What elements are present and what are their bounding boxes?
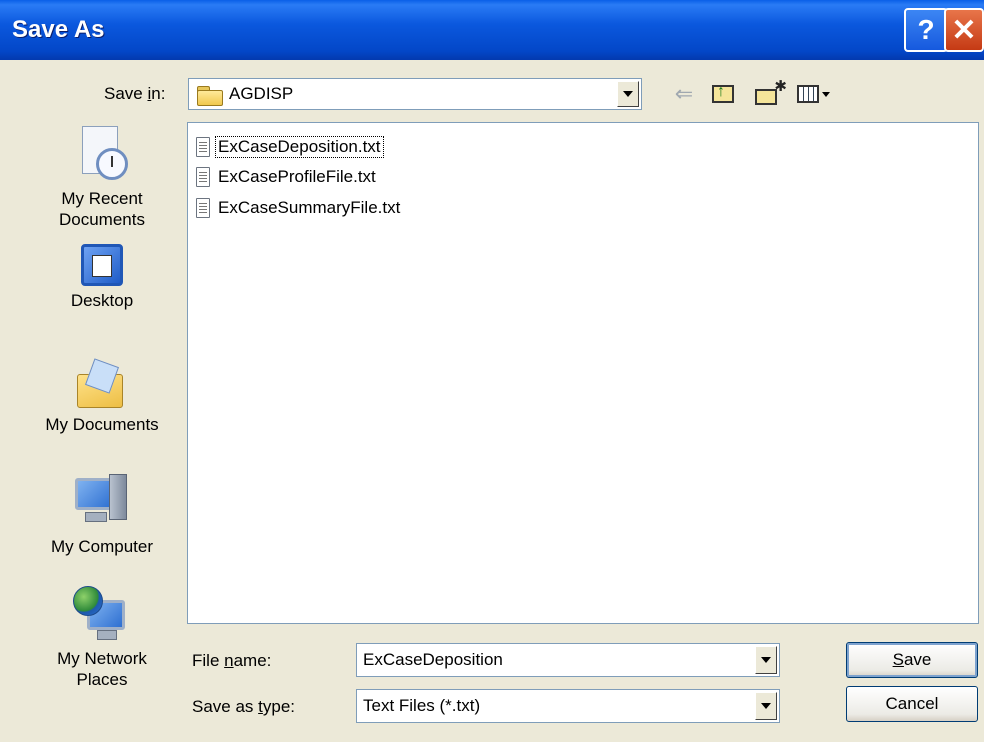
save-as-type-value: Text Files (*.txt) (363, 696, 481, 715)
save-as-type-dropdown[interactable]: Text Files (*.txt) (356, 689, 780, 723)
text-file-icon (196, 198, 210, 218)
close-icon: ✕ (951, 13, 977, 47)
place-label: My Documents (45, 415, 159, 434)
file-name: ExCaseSummaryFile.txt (218, 198, 401, 217)
cancel-button[interactable]: Cancel (846, 686, 978, 722)
place-label: My Network (57, 649, 147, 668)
window-title: Save As (12, 16, 105, 43)
chevron-down-icon[interactable] (617, 81, 639, 107)
text-file-icon (196, 167, 210, 187)
file-name-value: ExCaseDeposition (363, 650, 503, 669)
file-name: ExCaseProfileFile.txt (218, 167, 376, 186)
place-label: My Computer (50, 537, 154, 556)
place-desktop[interactable]: Desktop (28, 244, 176, 311)
place-label: Documents (59, 210, 145, 229)
up-one-level-icon (712, 83, 734, 103)
back-button[interactable]: ⇐ (670, 80, 698, 108)
save-in-value: AGDISP (229, 84, 294, 103)
place-my-documents[interactable]: My Documents (28, 358, 176, 435)
file-name-label: File name: (192, 651, 272, 670)
view-menu-icon (796, 85, 819, 103)
file-name-input[interactable]: ExCaseDeposition (356, 643, 780, 677)
close-button[interactable]: ✕ (944, 8, 984, 52)
file-item[interactable]: ExCaseSummaryFile.txt (196, 196, 402, 220)
text-file-icon (196, 137, 210, 157)
save-in-dropdown[interactable]: AGDISP (188, 78, 642, 110)
up-one-level-button[interactable] (708, 80, 738, 108)
place-label: Desktop (70, 291, 134, 310)
save-button-label: Save (892, 650, 932, 669)
place-my-computer[interactable]: My Computer (28, 474, 176, 557)
place-label: Places (76, 670, 128, 689)
place-my-network-places[interactable]: My Network Places (28, 586, 176, 690)
new-folder-icon (755, 77, 787, 105)
file-list[interactable]: ExCaseDeposition.txt ExCaseProfileFile.t… (187, 122, 979, 624)
dropdown-arrow-icon (821, 91, 830, 97)
save-in-label: Save in: (104, 84, 166, 103)
my-network-places-icon (73, 586, 131, 644)
help-button[interactable]: ? (904, 8, 948, 52)
desktop-icon (81, 244, 123, 286)
new-folder-button[interactable] (750, 77, 787, 108)
place-label: My Recent (61, 189, 143, 208)
file-name: ExCaseDeposition.txt (215, 136, 384, 158)
chevron-down-icon[interactable] (755, 692, 777, 720)
save-button[interactable]: Save (846, 642, 978, 678)
my-documents-icon (77, 358, 127, 410)
recent-documents-icon (78, 126, 128, 184)
folder-icon (197, 84, 223, 106)
help-icon: ? (917, 14, 935, 45)
save-as-type-label: Save as type: (192, 697, 296, 716)
view-menu-button[interactable] (792, 80, 834, 108)
file-item[interactable]: ExCaseDeposition.txt (196, 135, 384, 159)
places-bar: My Recent Documents Desktop My Documents… (28, 120, 176, 700)
my-computer-icon (75, 474, 129, 532)
cancel-button-label: Cancel (885, 694, 939, 713)
back-arrow-icon: ⇐ (674, 81, 694, 106)
title-bar[interactable]: Save As ? ✕ (0, 0, 984, 60)
chevron-down-icon[interactable] (755, 646, 777, 674)
place-my-recent-documents[interactable]: My Recent Documents (28, 126, 176, 230)
file-item[interactable]: ExCaseProfileFile.txt (196, 165, 378, 189)
